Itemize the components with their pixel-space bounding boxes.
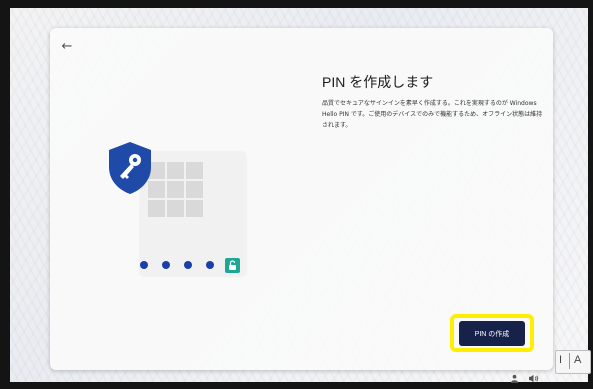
keypad-key <box>186 181 203 198</box>
dialog-description: 品質でセキュアなサインインを素早く作成する。これを実現するのが Windows … <box>322 100 543 129</box>
pin-dot <box>206 261 214 269</box>
back-arrow-icon[interactable]: ← <box>58 38 76 56</box>
dialog-title: PIN を作成します <box>322 74 434 90</box>
keypad-key <box>167 162 184 179</box>
shield-key-icon <box>109 142 151 194</box>
keypad-key <box>148 200 165 217</box>
keypad-key <box>167 200 184 217</box>
ime-input-mode: A <box>574 354 582 366</box>
unlock-icon <box>225 258 240 273</box>
create-pin-button[interactable]: PIN の作成 <box>459 321 525 346</box>
pin-dot <box>140 261 148 269</box>
pin-dot <box>162 261 170 269</box>
ime-separator <box>569 353 570 369</box>
keypad-key <box>186 200 203 217</box>
ime-mode-label: I <box>559 354 563 366</box>
ime-indicator[interactable]: I A <box>555 350 591 374</box>
keypad-key <box>186 162 203 179</box>
pin-dot <box>184 261 192 269</box>
volume-icon[interactable] <box>528 374 539 385</box>
person-icon[interactable] <box>510 374 519 385</box>
pin-illustration <box>106 140 256 276</box>
keypad-key <box>167 181 184 198</box>
